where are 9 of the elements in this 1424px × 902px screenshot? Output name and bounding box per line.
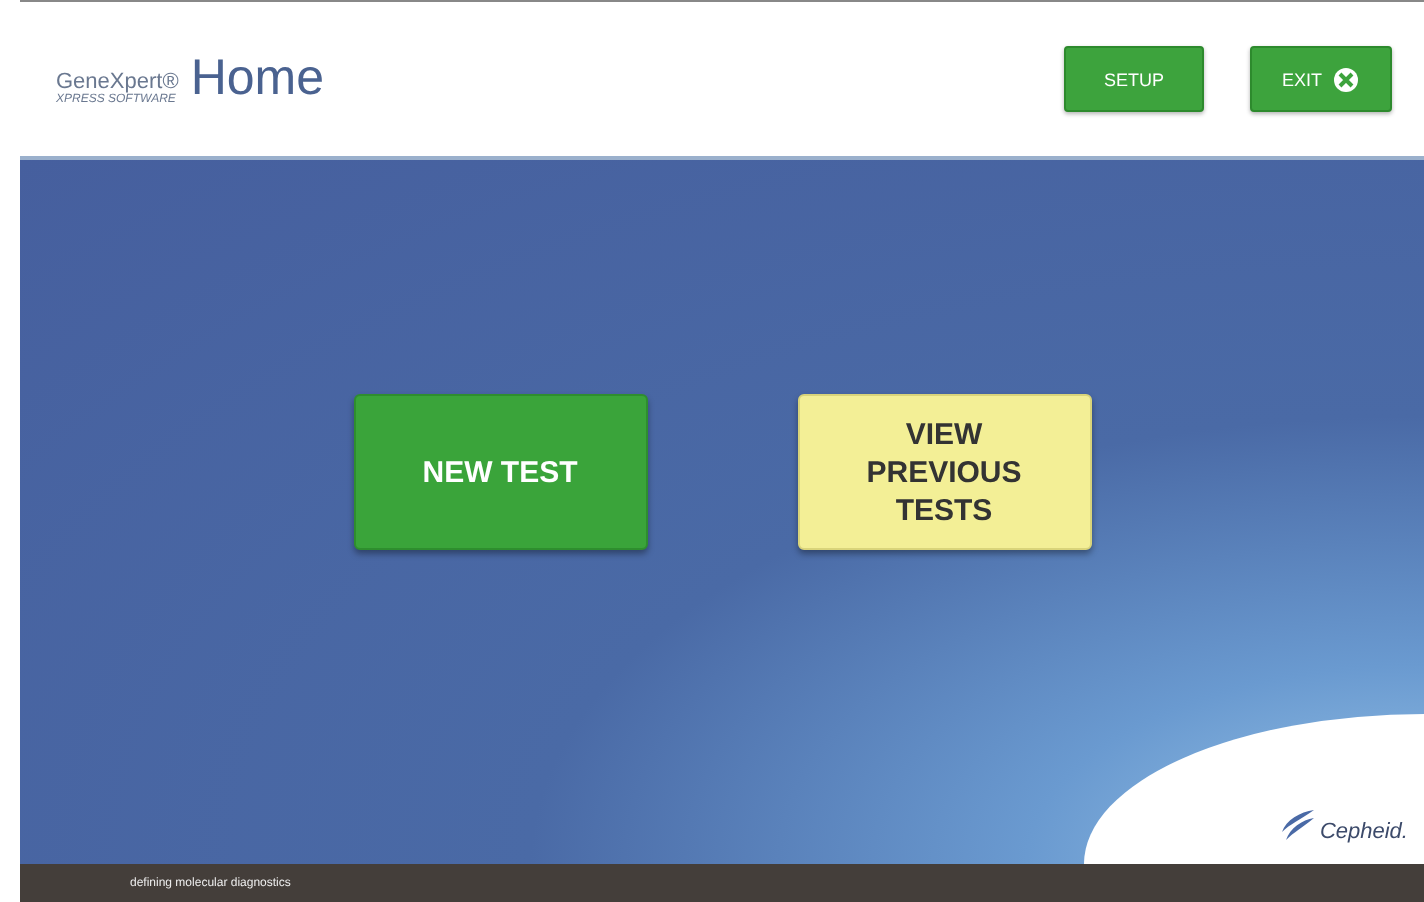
view-tests-button[interactable]: VIEW PREVIOUS TESTS xyxy=(797,394,1091,550)
company-logo-text: Cepheid. xyxy=(1319,820,1408,844)
setup-button[interactable]: SETUP xyxy=(1064,46,1204,112)
exit-button[interactable]: EXIT xyxy=(1250,46,1392,112)
brand-name: GeneXpert® xyxy=(56,69,179,93)
new-test-button[interactable]: NEW TEST xyxy=(353,394,647,550)
logo-icon xyxy=(1279,808,1316,844)
close-icon xyxy=(1332,65,1360,93)
page-title: Home xyxy=(190,50,324,108)
